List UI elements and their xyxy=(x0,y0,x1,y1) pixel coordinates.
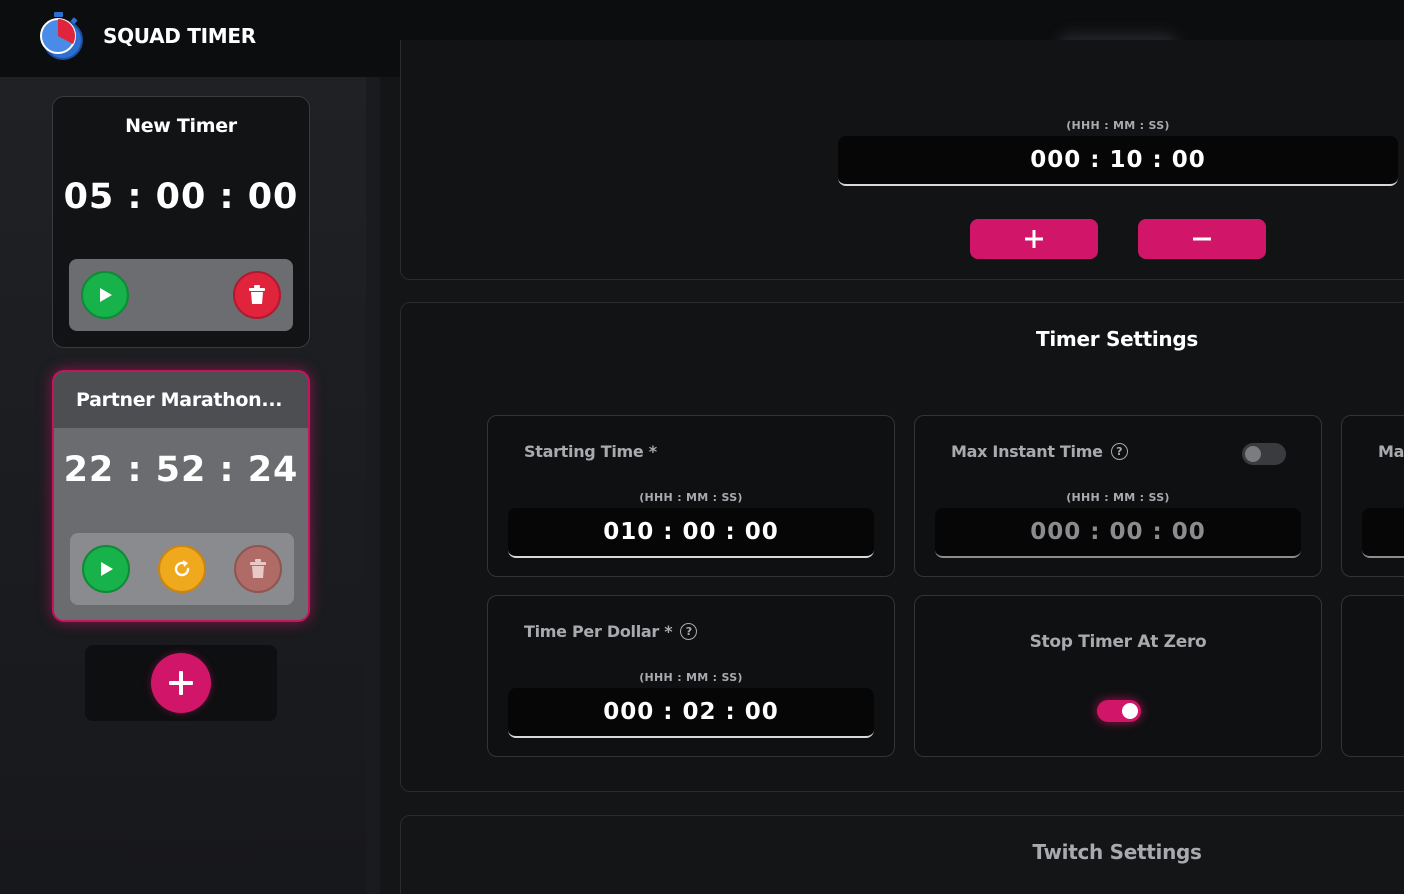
plus-icon xyxy=(169,671,193,695)
plus-icon xyxy=(1025,230,1043,248)
play-button[interactable] xyxy=(82,545,130,593)
sidebar-divider xyxy=(366,77,380,894)
starting-time-label: Starting Time * xyxy=(524,442,657,461)
timer-title: Partner Marathon... xyxy=(54,372,308,428)
timer-time: 22 : 52 : 24 xyxy=(63,450,299,490)
trash-icon xyxy=(250,559,266,578)
timer-card[interactable]: New Timer 05 : 00 : 00 xyxy=(52,96,310,348)
trash-icon xyxy=(249,285,265,304)
timer-controls xyxy=(70,533,294,605)
timer-settings-title: Timer Settings xyxy=(1036,327,1198,351)
max-setting-input[interactable] xyxy=(1362,508,1404,558)
delete-button[interactable] xyxy=(234,545,282,593)
time-per-dollar-label-text: Time Per Dollar * xyxy=(524,622,673,641)
max-setting-card: Max xyxy=(1341,415,1404,577)
starting-time-label-text: Starting Time * xyxy=(524,442,657,461)
refresh-icon xyxy=(174,560,190,577)
time-format-hint: (HHH : MM : SS) xyxy=(639,491,743,504)
add-timer-button[interactable] xyxy=(151,653,211,713)
adjust-time-input[interactable]: 000 : 10 : 00 xyxy=(838,136,1398,186)
stop-timer-at-zero-toggle[interactable] xyxy=(1097,700,1141,722)
timer-card-selected[interactable]: Partner Marathon... 22 : 52 : 24 xyxy=(52,370,310,622)
timer-title: New Timer xyxy=(53,97,309,155)
max-instant-time-input[interactable]: 000 : 00 : 00 xyxy=(935,508,1301,558)
time-format-hint: (HHH : MM : SS) xyxy=(1066,119,1170,132)
max-setting-label-text: Max xyxy=(1378,442,1404,461)
time-per-dollar-label: Time Per Dollar * ? xyxy=(524,622,698,641)
time-format-hint: (HHH : MM : SS) xyxy=(639,671,743,684)
help-icon[interactable]: ? xyxy=(1110,443,1128,460)
setting-card-offscreen xyxy=(1341,595,1404,757)
subtract-time-button[interactable] xyxy=(1138,219,1266,259)
time-per-dollar-input[interactable]: 000 : 02 : 00 xyxy=(508,688,874,738)
minus-icon xyxy=(1193,237,1211,241)
time-per-dollar-card: Time Per Dollar * ? (HHH : MM : SS) 000 … xyxy=(487,595,895,757)
stop-timer-at-zero-label: Stop Timer At Zero xyxy=(1029,632,1207,652)
time-format-hint: (HHH : MM : SS) xyxy=(1066,491,1170,504)
brand-name: SQUAD TIMER xyxy=(103,24,256,48)
max-instant-time-toggle[interactable] xyxy=(1242,443,1286,465)
max-setting-label: Max xyxy=(1378,442,1404,461)
app-root: SQUAD TIMER New Timer 05 : 00 : 00 Partn… xyxy=(0,0,1404,894)
play-icon xyxy=(101,562,113,576)
twitch-settings-panel: Twitch Settings xyxy=(400,815,1404,894)
max-instant-time-label: Max Instant Time ? xyxy=(951,442,1128,461)
add-timer-area xyxy=(85,645,277,721)
help-icon[interactable]: ? xyxy=(680,623,698,640)
stopwatch-logo-icon[interactable] xyxy=(36,12,90,62)
starting-time-card: Starting Time * (HHH : MM : SS) 010 : 00… xyxy=(487,415,895,577)
stop-timer-at-zero-card: Stop Timer At Zero xyxy=(914,595,1322,757)
timer-settings-panel: Timer Settings Starting Time * (HHH : MM… xyxy=(400,302,1404,792)
twitch-settings-title: Twitch Settings xyxy=(1032,840,1202,864)
timer-time: 05 : 00 : 00 xyxy=(63,177,299,217)
timer-controls xyxy=(69,259,293,331)
play-icon xyxy=(100,288,112,302)
time-adjust-panel: (HHH : MM : SS) 000 : 10 : 00 xyxy=(400,40,1404,280)
starting-time-input[interactable]: 010 : 00 : 00 xyxy=(508,508,874,558)
add-time-button[interactable] xyxy=(970,219,1098,259)
delete-button[interactable] xyxy=(233,271,281,319)
max-instant-time-label-text: Max Instant Time xyxy=(951,442,1103,461)
max-instant-time-card: Max Instant Time ? (HHH : MM : SS) 000 :… xyxy=(914,415,1322,577)
reset-button[interactable] xyxy=(158,545,206,593)
play-button[interactable] xyxy=(81,271,129,319)
